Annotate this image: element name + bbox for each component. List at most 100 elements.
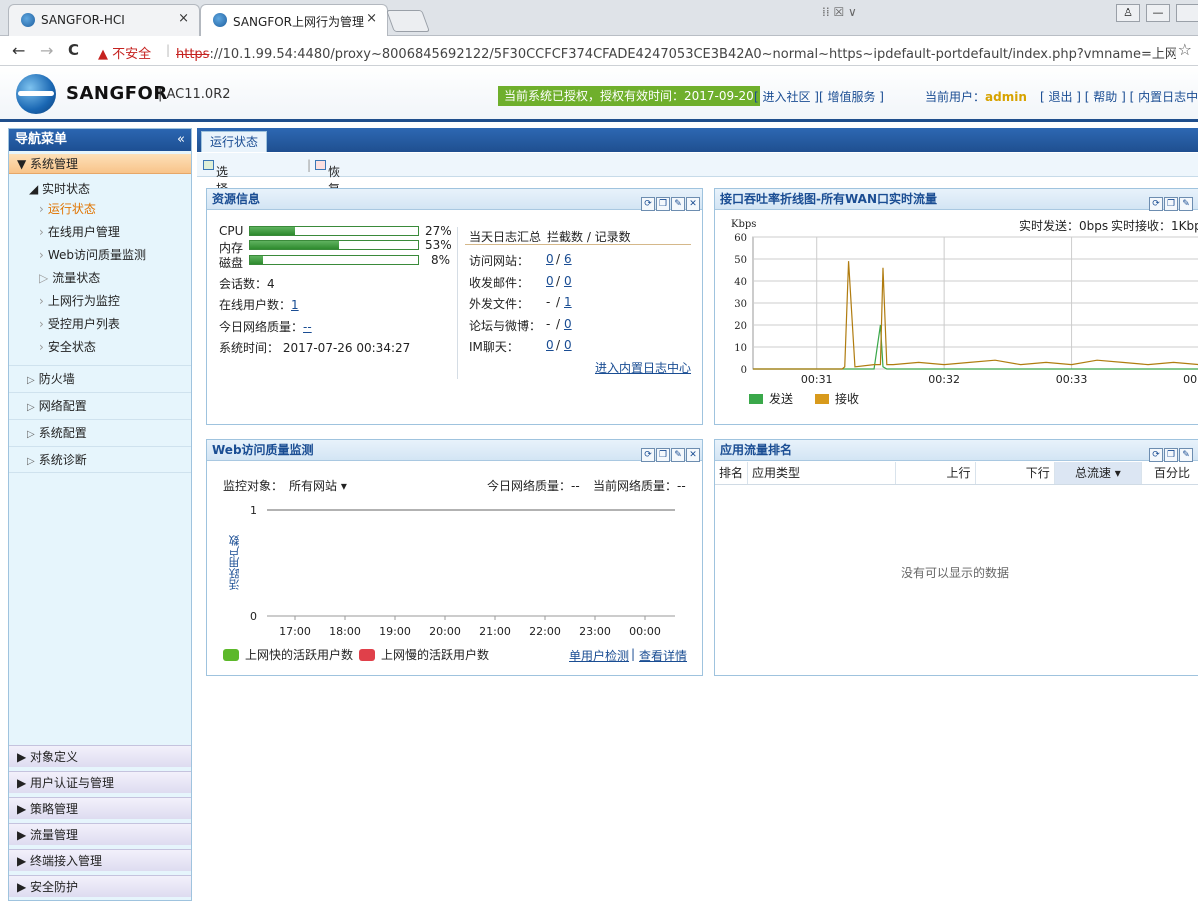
- settings-icon[interactable]: ✎: [1179, 448, 1193, 462]
- sidebar-item-security-protect[interactable]: ▶ 安全防护: [9, 875, 191, 897]
- log-record-count[interactable]: 0: [564, 338, 572, 352]
- log-center-link[interactable]: 进入内置日志中心: [595, 359, 691, 376]
- restore-default-button[interactable]: 恢复默认显示模块: [315, 158, 340, 298]
- license-badge: 当前系统已授权，授权有效时间：2017-09-20: [498, 86, 760, 106]
- panel-title: Web访问质量监测: [212, 443, 314, 457]
- version-label: | AC11.0R2: [158, 87, 231, 102]
- restore-window-icon[interactable]: ❐: [656, 197, 670, 211]
- user-label: 当前用户：: [925, 90, 986, 104]
- sidebar-item-endpoint-access[interactable]: ▶ 终端接入管理: [9, 849, 191, 871]
- profile-icon[interactable]: ♙: [1116, 4, 1140, 22]
- log-blocked-count[interactable]: 0: [546, 274, 554, 288]
- panel-divider: [457, 227, 458, 379]
- sidebar-item-web-quality[interactable]: › Web访问质量监测: [9, 244, 191, 267]
- close-icon[interactable]: ×: [178, 11, 189, 26]
- col-app-type[interactable]: 应用类型: [747, 462, 897, 485]
- sidebar-item-traffic-mgmt[interactable]: ▶ 流量管理: [9, 823, 191, 845]
- sidebar-item-controlled-users[interactable]: › 受控用户列表: [9, 313, 191, 336]
- col-percent[interactable]: 百分比: [1141, 462, 1198, 485]
- url-field[interactable]: https://10.1.99.54:4480/proxy~8006845692…: [176, 43, 1176, 62]
- select-module-button[interactable]: 选择显示模块 ▾: [203, 158, 228, 279]
- url-rest: ://10.1.99.54:4480/proxy~8006845692122/5…: [209, 47, 1176, 62]
- online-user-link[interactable]: 1: [291, 298, 299, 312]
- col-rank[interactable]: 排名: [715, 462, 748, 485]
- col-download[interactable]: 下行: [975, 462, 1055, 485]
- reload-button[interactable]: C: [68, 41, 79, 59]
- sidebar-section-system[interactable]: ▼ 系统管理: [9, 154, 191, 174]
- bookmark-star-icon[interactable]: ☆: [1178, 40, 1192, 59]
- globe-icon: [213, 13, 227, 27]
- refresh-icon[interactable]: ⟳: [1149, 197, 1163, 211]
- sidebar-item-user-auth[interactable]: ▶ 用户认证与管理: [9, 771, 191, 793]
- log-row-label: 收发邮件：: [469, 275, 530, 290]
- sidebar-item-object-def[interactable]: ▶ 对象定义: [9, 745, 191, 767]
- community-links[interactable]: [ 进入社区 ][ 增值服务 ]: [754, 88, 884, 105]
- y-tick-label: 20: [734, 321, 747, 332]
- log-row-label: IM聊天：: [469, 340, 519, 354]
- log-record-count[interactable]: 0: [564, 317, 572, 331]
- new-tab-button[interactable]: [385, 10, 431, 32]
- refresh-icon[interactable]: ⟳: [641, 197, 655, 211]
- log-columns: 拦截数 / 记录数: [547, 230, 631, 244]
- tab-overflow-icon[interactable]: ⁞⁞ ☒ ∨: [822, 5, 857, 19]
- settings-icon[interactable]: ✎: [671, 448, 685, 462]
- user-name: admin: [985, 90, 1027, 104]
- session-count: 会话数：4: [219, 277, 275, 291]
- restore-window-icon[interactable]: ❐: [656, 448, 670, 462]
- maximize-button[interactable]: [1176, 4, 1198, 22]
- close-icon[interactable]: ✕: [686, 448, 700, 462]
- minimize-button[interactable]: —: [1146, 4, 1170, 22]
- log-record-count[interactable]: 0: [564, 274, 572, 288]
- y-tick-label: 1: [250, 504, 257, 517]
- log-summary-header: 当天日志汇总: [469, 230, 542, 244]
- content-tabbar: 运行状态: [197, 128, 1198, 152]
- sidebar-item-firewall[interactable]: ▷ 防火墙: [9, 365, 191, 392]
- monitor-target-select[interactable]: 所有网站 ▾: [289, 477, 347, 494]
- table-header-row: 排名 应用类型 上行 下行 总流速 ▾ 百分比: [715, 462, 1198, 485]
- log-divider: [465, 244, 691, 245]
- restore-window-icon[interactable]: ❐: [1164, 197, 1178, 211]
- log-record-count[interactable]: 1: [564, 295, 572, 309]
- y-tick-label: 40: [734, 277, 747, 288]
- settings-icon[interactable]: ✎: [1179, 197, 1193, 211]
- refresh-icon[interactable]: ⟳: [641, 448, 655, 462]
- sidebar-item-traffic-status[interactable]: ▷ 流量状态: [9, 267, 191, 290]
- tab-title: SANGFOR-HCI: [41, 13, 125, 27]
- sidebar-item-network-config[interactable]: ▷ 网络配置: [9, 392, 191, 419]
- view-details-link[interactable]: 查看详情: [639, 647, 687, 664]
- col-total-rate[interactable]: 总流速 ▾: [1054, 462, 1143, 485]
- settings-icon[interactable]: ✎: [671, 197, 685, 211]
- col-upload[interactable]: 上行: [895, 462, 976, 485]
- back-button[interactable]: ←: [12, 41, 25, 60]
- log-blocked-count: -: [546, 295, 551, 309]
- log-blocked-count[interactable]: 0: [546, 338, 554, 352]
- sidebar-item-security-status[interactable]: › 安全状态: [9, 336, 191, 359]
- panel-header: 接口吞吐率折线图-所有WAN口实时流量 ⟳ ❐ ✎: [715, 189, 1198, 211]
- browser-tab-sangfor[interactable]: SANGFOR上网行为管理 ×: [200, 4, 388, 36]
- single-user-check-link[interactable]: 单用户检测: [569, 647, 629, 664]
- panel-header: 应用流量排名 ⟳ ❐ ✎: [715, 440, 1198, 462]
- log-slash: /: [556, 252, 561, 266]
- sidebar-item-online-users[interactable]: › 在线用户管理: [9, 221, 191, 244]
- log-blocked-count[interactable]: 0: [546, 252, 554, 266]
- forward-button[interactable]: →: [40, 41, 53, 60]
- disk-percent: 8%: [431, 253, 451, 267]
- user-links[interactable]: [ 退出 ] [ 帮助 ] [ 内置日志中心: [1040, 88, 1198, 105]
- sidebar-group-realtime[interactable]: ◢ 实时状态: [9, 180, 191, 198]
- collapse-icon[interactable]: «: [177, 129, 185, 151]
- network-quality-link[interactable]: --: [303, 320, 312, 334]
- sidebar-item-system-config[interactable]: ▷ 系统配置: [9, 419, 191, 446]
- not-secure-warning[interactable]: ▲ 不安全: [98, 43, 151, 62]
- log-record-count[interactable]: 6: [564, 252, 572, 266]
- sidebar-item-behavior-monitor[interactable]: › 上网行为监控: [9, 290, 191, 313]
- browser-tab-hci[interactable]: SANGFOR-HCI ×: [8, 4, 200, 36]
- restore-window-icon[interactable]: ❐: [1164, 448, 1178, 462]
- refresh-icon[interactable]: ⟳: [1149, 448, 1163, 462]
- globe-icon: [21, 13, 35, 27]
- tab-run-status[interactable]: 运行状态: [201, 131, 268, 152]
- sidebar-item-run-status[interactable]: › 运行状态: [9, 198, 191, 221]
- close-icon[interactable]: ✕: [686, 197, 700, 211]
- sidebar-item-system-diagnostic[interactable]: ▷ 系统诊断: [9, 446, 191, 473]
- close-icon[interactable]: ×: [366, 11, 377, 26]
- sidebar-item-policy[interactable]: ▶ 策略管理: [9, 797, 191, 819]
